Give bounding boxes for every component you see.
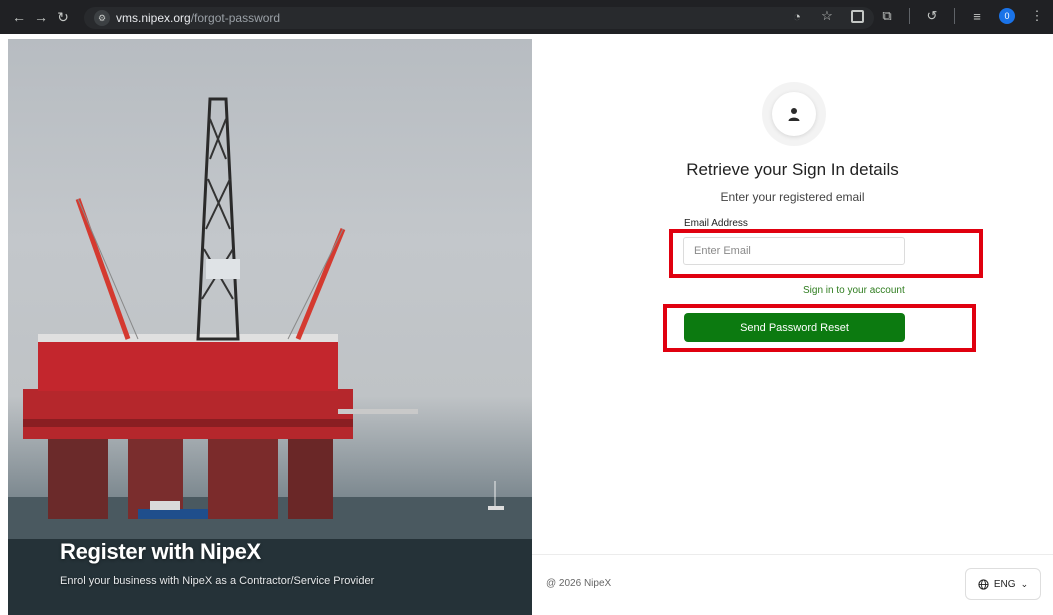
language-selector[interactable]: ENG ⌄ bbox=[965, 568, 1041, 600]
email-label: Email Address bbox=[684, 218, 748, 229]
signin-link[interactable]: Sign in to your account bbox=[803, 285, 905, 296]
hero-title: Register with NipeX bbox=[60, 539, 261, 564]
offshore-rig-photo bbox=[8, 97, 532, 615]
browser-tools: ◔ ☆ ⧉ ↺ ≡ 0 ⋮ bbox=[789, 7, 1045, 25]
toolbar-divider bbox=[954, 8, 955, 24]
avatar-inner bbox=[772, 92, 816, 136]
bookmark-star-icon[interactable]: ☆ bbox=[819, 7, 835, 25]
url-path: /forgot-password bbox=[190, 11, 281, 25]
page-subtitle: Enter your registered email bbox=[720, 190, 865, 204]
site-settings-icon[interactable]: ⚙ bbox=[94, 10, 110, 26]
hero-subtitle: Enrol your business with NipeX as a Cont… bbox=[60, 575, 375, 587]
hero-image: Register with NipeX Enrol your business … bbox=[8, 39, 532, 615]
toolbar-divider bbox=[909, 8, 910, 24]
back-icon[interactable]: ← bbox=[8, 6, 30, 28]
email-input[interactable] bbox=[683, 237, 905, 265]
extension-icon[interactable] bbox=[849, 7, 865, 25]
history-icon[interactable]: ↺ bbox=[924, 7, 940, 25]
globe-icon bbox=[978, 578, 989, 590]
address-bar[interactable]: ⚙ vms.nipex.org/forgot-password bbox=[84, 7, 874, 29]
performance-icon[interactable]: ◔ bbox=[789, 7, 805, 25]
forward-icon[interactable]: → bbox=[30, 6, 52, 28]
form-panel: Retrieve your Sign In details Enter your… bbox=[532, 34, 1053, 615]
footer: @ 2026 NipeX ENG ⌄ bbox=[532, 554, 1053, 615]
puzzle-icon[interactable]: ⧉ bbox=[879, 7, 895, 25]
language-label: ENG bbox=[993, 578, 1016, 590]
url-domain: vms.nipex.org bbox=[116, 11, 191, 25]
chevron-down-icon: ⌄ bbox=[1020, 578, 1029, 589]
copyright-text: @ 2026 NipeX bbox=[546, 578, 612, 589]
profile-avatar[interactable]: 0 bbox=[999, 8, 1015, 24]
page-title: Retrieve your Sign In details bbox=[686, 160, 899, 179]
avatar bbox=[762, 82, 826, 146]
reload-icon[interactable]: ↻ bbox=[52, 6, 74, 28]
user-icon bbox=[788, 108, 800, 121]
reading-list-icon[interactable]: ≡ bbox=[969, 7, 985, 25]
more-menu-icon[interactable]: ⋮ bbox=[1029, 7, 1045, 25]
send-password-reset-button[interactable]: Send Password Reset bbox=[684, 313, 905, 342]
browser-toolbar: ← → ↻ ⚙ vms.nipex.org/forgot-password ◔ … bbox=[0, 0, 1053, 34]
